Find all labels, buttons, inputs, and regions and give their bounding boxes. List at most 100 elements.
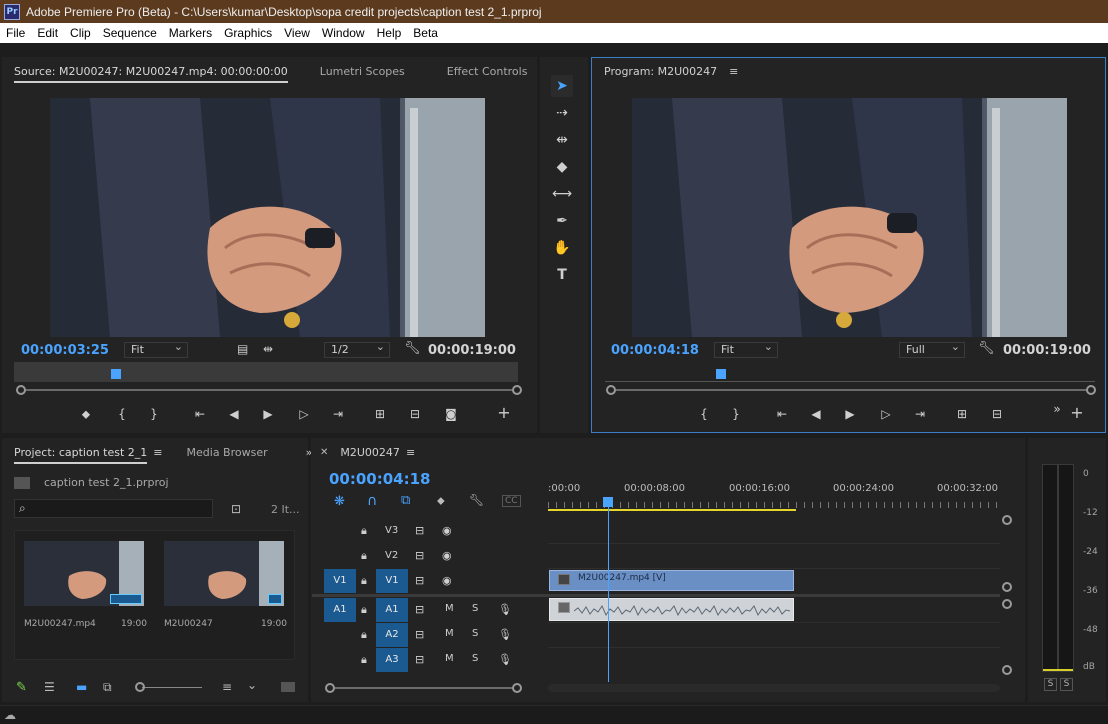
icon-view-icon[interactable]: ▬	[76, 680, 87, 694]
timeline-vscroll-handle[interactable]	[1002, 665, 1012, 675]
freeform-view-icon[interactable]: ⧉	[103, 680, 112, 695]
source-settings-wrench-icon[interactable]: 🔧︎	[404, 341, 421, 356]
slip-tool-icon[interactable]: ⟷	[551, 183, 573, 205]
step-back-icon[interactable]: ◀	[225, 407, 243, 421]
track-target-a1[interactable]: A1	[376, 598, 408, 622]
program-current-timecode[interactable]: 00:00:04:18	[611, 343, 699, 358]
sync-lock-icon[interactable]: ⊟	[415, 628, 424, 641]
lock-icon[interactable]: 🔒︎	[361, 524, 367, 538]
sequence-menu-icon[interactable]: ≡	[406, 446, 415, 459]
source-playhead-icon[interactable]	[111, 369, 121, 379]
sync-lock-icon[interactable]: ⊟	[415, 524, 424, 537]
mark-in-icon[interactable]: {	[113, 407, 131, 421]
program-playhead-icon[interactable]	[716, 369, 726, 379]
sync-lock-icon[interactable]: ⊟	[415, 574, 424, 587]
tab-program[interactable]: Program: M2U00247	[592, 65, 729, 78]
source-scrub-bar[interactable]	[14, 362, 518, 382]
captions-cc-icon[interactable]: CC	[502, 495, 521, 507]
menu-view[interactable]: View	[278, 26, 316, 40]
project-item-thumbnail[interactable]	[164, 541, 284, 606]
track-target-a2[interactable]: A2	[376, 623, 408, 647]
project-search-input[interactable]: ⌕	[14, 499, 213, 518]
overwrite-icon[interactable]: ⊟	[406, 407, 424, 421]
export-frame-camera-icon[interactable]: ◙	[442, 407, 460, 421]
timeline-hscroll-track[interactable]	[548, 684, 1000, 692]
extract-icon[interactable]: ⊟	[988, 407, 1006, 421]
mute-button[interactable]: M	[445, 603, 454, 614]
track-target-v1[interactable]: V1	[376, 569, 408, 593]
program-mark-out-icon[interactable]: }	[727, 407, 745, 421]
menu-window[interactable]: Window	[316, 26, 371, 40]
sync-lock-icon[interactable]: ⊟	[415, 603, 424, 616]
timeline-hzoom-handle-left[interactable]	[325, 683, 335, 693]
menu-file[interactable]: File	[0, 26, 31, 40]
sort-dropdown-icon[interactable]: ⌄	[247, 678, 257, 692]
program-menu-icon[interactable]: ≡	[729, 65, 738, 78]
creative-cloud-icon[interactable]: ☁	[4, 708, 16, 722]
lock-icon[interactable]: 🔒︎	[361, 603, 367, 617]
type-tool-icon[interactable]: T	[551, 264, 573, 286]
solo-button[interactable]: S	[472, 628, 478, 639]
timeline-vscroll-handle[interactable]	[1002, 515, 1012, 525]
source-resolution-select[interactable]: 1/2	[324, 340, 390, 358]
timeline-vscroll-handle[interactable]	[1002, 582, 1012, 592]
mute-button[interactable]: M	[445, 628, 454, 639]
sync-lock-icon[interactable]: ⊟	[415, 549, 424, 562]
timeline-hscroll-bar[interactable]	[335, 687, 512, 689]
source-zoom-select[interactable]: Fit	[124, 340, 188, 358]
solo-button[interactable]: S	[472, 603, 478, 614]
track-target-a3[interactable]: A3	[376, 648, 408, 672]
nest-toggle-icon[interactable]: ❋	[334, 494, 345, 509]
tab-source[interactable]: Source: M2U00247: M2U00247.mp4: 00:00:00…	[2, 64, 300, 83]
mute-button[interactable]: M	[445, 653, 454, 664]
selection-tool-icon[interactable]: ➤	[551, 75, 573, 97]
step-forward-icon[interactable]: ▷	[295, 407, 313, 421]
program-go-to-in-icon[interactable]: ⇤	[773, 407, 791, 421]
program-step-forward-icon[interactable]: ▷	[877, 407, 895, 421]
menu-markers[interactable]: Markers	[163, 26, 218, 40]
audio-clip[interactable]	[549, 598, 794, 621]
ripple-edit-tool-icon[interactable]: ⇹	[551, 129, 573, 151]
program-resolution-select[interactable]: Full	[899, 340, 965, 358]
program-go-to-out-icon[interactable]: ⇥	[911, 407, 929, 421]
track-select-tool-icon[interactable]: ⇢	[551, 102, 573, 124]
pen-tool-icon[interactable]: ✒	[551, 210, 573, 232]
menu-clip[interactable]: Clip	[64, 26, 97, 40]
menu-edit[interactable]: Edit	[31, 26, 64, 40]
program-zoom-handle-right[interactable]	[1086, 385, 1096, 395]
source-patch-v1[interactable]: V1	[324, 569, 356, 593]
source-export-frame-icon[interactable]: ⇹	[263, 342, 273, 356]
lock-icon[interactable]: 🔒︎	[361, 574, 367, 588]
razor-tool-icon[interactable]: ◆	[551, 156, 573, 178]
pencil-icon[interactable]: ✎	[16, 680, 27, 695]
lock-icon[interactable]: 🔒︎	[361, 653, 367, 667]
tab-effect-controls[interactable]: Effect Controls	[435, 65, 540, 78]
tab-lumetri-scopes[interactable]: Lumetri Scopes	[308, 65, 417, 78]
hand-tool-icon[interactable]: ✋	[551, 237, 573, 259]
add-marker-icon[interactable]: ⬥	[77, 407, 95, 421]
program-scrub-bar[interactable]	[605, 372, 1095, 382]
video-clip[interactable]: M2U00247.mp4 [V]	[549, 570, 794, 591]
list-view-icon[interactable]: ☰	[44, 680, 55, 694]
source-patch-a1[interactable]: A1	[324, 598, 356, 622]
source-safe-margins-icon[interactable]: ▤	[237, 342, 248, 356]
close-sequence-icon[interactable]: ✕	[320, 447, 328, 458]
source-current-timecode[interactable]: 00:00:03:25	[21, 343, 109, 358]
sort-icon[interactable]: ≡	[222, 680, 232, 694]
new-bin-icon[interactable]: ⊡	[231, 502, 241, 516]
source-add-button-icon[interactable]: +	[495, 405, 513, 421]
snap-magnet-icon[interactable]: ∩	[367, 493, 377, 509]
timeline-vscroll-handle[interactable]	[1002, 599, 1012, 609]
automate-icon[interactable]	[281, 682, 295, 692]
lift-icon[interactable]: ⊞	[953, 407, 971, 421]
solo-right-button[interactable]: S	[1060, 678, 1073, 691]
source-zoom-handle-right[interactable]	[512, 385, 522, 395]
timeline-hzoom-handle-right[interactable]	[512, 683, 522, 693]
program-step-back-icon[interactable]: ◀	[807, 407, 825, 421]
lock-icon[interactable]: 🔒︎	[361, 628, 367, 642]
linked-selection-icon[interactable]: ⧉	[401, 493, 410, 508]
mark-out-icon[interactable]: }	[145, 407, 163, 421]
program-zoom-select[interactable]: Fit	[714, 340, 778, 358]
program-settings-wrench-icon[interactable]: 🔧︎	[978, 341, 995, 356]
eye-icon[interactable]: ◉	[442, 574, 452, 587]
